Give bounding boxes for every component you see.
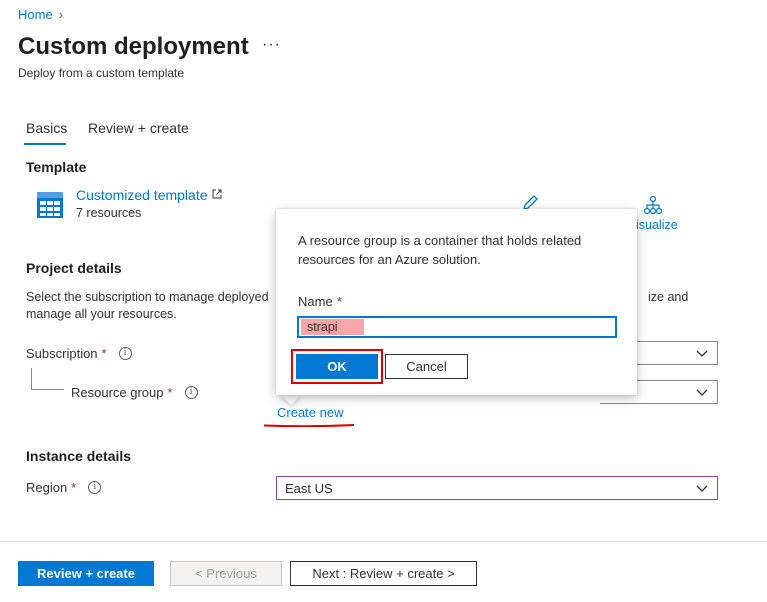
description-line-1: Select the subscription to manage deploy… (26, 290, 269, 304)
name-label: Name * (298, 294, 342, 309)
subscription-label: Subscription * i (26, 346, 132, 361)
project-details-title: Project details (26, 260, 122, 276)
info-icon[interactable]: i (184, 386, 198, 399)
cancel-button[interactable]: Cancel (385, 354, 468, 379)
description-tail: ize and (648, 290, 689, 304)
previous-button[interactable]: < Previous (170, 561, 282, 586)
customized-template-link[interactable]: Customized template (76, 187, 222, 203)
create-new-link[interactable]: Create new (277, 405, 343, 420)
more-options-icon[interactable]: ··· (262, 36, 281, 54)
tab-review-create[interactable]: Review + create (88, 120, 189, 136)
ok-button[interactable]: OK (296, 354, 378, 379)
tree-connector (31, 368, 64, 390)
region-dropdown[interactable]: East US (276, 476, 718, 500)
footer-divider (0, 541, 767, 542)
next-review-create-button[interactable]: Next : Review + create > (290, 561, 477, 586)
region-label: Region * i (26, 480, 102, 495)
external-link-icon (212, 189, 222, 199)
chevron-right-icon: › (58, 7, 64, 22)
active-tab-indicator (24, 143, 66, 145)
customized-template-label[interactable]: Customized template (76, 187, 208, 203)
visualize-hierarchy-icon[interactable] (643, 195, 663, 215)
resource-group-name-input[interactable]: strapi (297, 316, 617, 338)
region-value: East US (285, 480, 333, 496)
template-section-title: Template (26, 159, 87, 175)
review-create-button[interactable]: Review + create (18, 561, 154, 586)
name-label-text: Name (298, 294, 333, 309)
callout-description: A resource group is a container that hol… (298, 233, 582, 267)
chevron-down-icon (696, 350, 708, 357)
breadcrumb: Home › (18, 7, 63, 22)
template-grid-icon (36, 191, 64, 219)
visualize-link[interactable]: isualize (636, 218, 678, 232)
resource-group-label-text: Resource group (71, 385, 164, 400)
chevron-down-icon (696, 485, 708, 492)
required-asterisk: * (71, 480, 77, 495)
breadcrumb-home-link[interactable]: Home (18, 7, 53, 22)
annotation-underline (264, 424, 354, 427)
required-asterisk: * (336, 294, 342, 309)
subscription-label-text: Subscription (26, 346, 98, 361)
tab-basics[interactable]: Basics (26, 120, 67, 136)
info-icon[interactable]: i (118, 347, 132, 360)
chevron-down-icon (696, 389, 708, 396)
info-icon[interactable]: i (88, 481, 102, 494)
region-label-text: Region (26, 480, 68, 495)
instance-details-title: Instance details (26, 448, 132, 464)
template-resource-count: 7 resources (76, 206, 142, 220)
description-line-2: manage all your resources. (26, 307, 177, 321)
required-asterisk: * (167, 385, 173, 400)
required-asterisk: * (101, 346, 107, 361)
resource-group-label: Resource group * i (71, 385, 198, 400)
name-input-value: strapi (301, 319, 364, 335)
page-subtitle: Deploy from a custom template (18, 66, 185, 80)
page-title: Custom deployment (18, 33, 249, 60)
